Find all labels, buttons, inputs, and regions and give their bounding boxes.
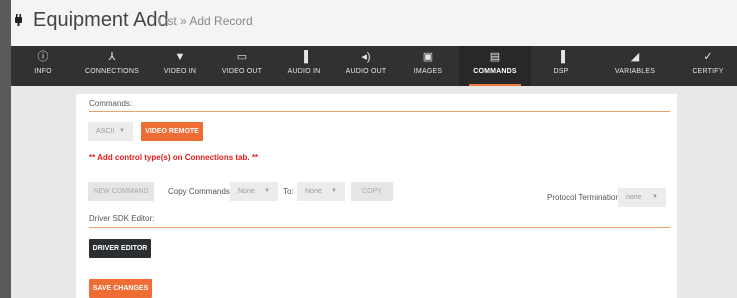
- driver-sdk-divider: [89, 227, 670, 228]
- copy-from-select[interactable]: None ▼: [230, 182, 278, 201]
- video-remote-button[interactable]: VIDEO REMOTE: [141, 122, 203, 141]
- tab-images[interactable]: ▣ IMAGES: [397, 46, 459, 86]
- command-type-value: ASCII: [96, 128, 115, 135]
- info-icon: ⓘ: [37, 51, 49, 63]
- tab-dsp[interactable]: ▐ DSP: [531, 46, 591, 86]
- tab-audio-in[interactable]: ▐ AUDIO IN: [273, 46, 335, 86]
- driver-editor-button[interactable]: DRIVER EDITOR: [89, 239, 151, 258]
- copy-to-select[interactable]: None ▼: [297, 182, 345, 201]
- commands-icon: ▤: [489, 51, 501, 63]
- certify-icon: ✓: [703, 51, 713, 63]
- copy-button[interactable]: COPY: [351, 182, 393, 201]
- tab-label: VARIABLES: [614, 68, 656, 75]
- video-in-icon: ▼: [174, 51, 186, 63]
- audio-in-icon: ▐: [300, 51, 308, 63]
- save-changes-button[interactable]: SAVE CHANGES: [89, 279, 152, 298]
- tab-video-in[interactable]: ▼ VIDEO IN: [149, 46, 211, 86]
- tab-label: AUDIO IN: [287, 68, 321, 75]
- tab-label: VIDEO IN: [163, 68, 197, 75]
- tab-info[interactable]: ⓘ INFO: [11, 46, 75, 86]
- plug-icon: [15, 14, 22, 26]
- warning-message: ** Add control type(s) on Connections ta…: [89, 153, 259, 162]
- new-command-button[interactable]: NEW COMMAND: [88, 182, 154, 201]
- tab-commands[interactable]: ▤ COMMANDS: [459, 46, 531, 86]
- breadcrumb[interactable]: List » Add Record: [158, 14, 253, 28]
- command-type-select[interactable]: ASCII ▼: [88, 122, 133, 141]
- video-out-icon: ▭: [236, 51, 248, 63]
- audio-out-icon: ◂): [361, 51, 371, 63]
- tab-label: IMAGES: [413, 68, 443, 75]
- chevron-down-icon: ▼: [331, 188, 337, 194]
- images-icon: ▣: [422, 51, 434, 63]
- protocol-termination-label: Protocol Termination:: [547, 193, 622, 202]
- tab-connections[interactable]: ⅄ CONNECTIONS: [75, 46, 149, 86]
- copy-to-value: None: [305, 188, 322, 195]
- tab-label: CERTIFY: [692, 68, 724, 75]
- tab-audio-out[interactable]: ◂) AUDIO OUT: [335, 46, 397, 86]
- commands-section-title: Commands:: [89, 99, 133, 108]
- page-title: Equipment Add: [33, 9, 169, 31]
- copy-commands-label: Copy Commands:: [168, 187, 233, 196]
- tab-certify[interactable]: ✓ CERTIFY: [679, 46, 737, 86]
- tab-video-out[interactable]: ▭ VIDEO OUT: [211, 46, 273, 86]
- to-label: To:: [283, 187, 294, 196]
- tab-label: DSP: [553, 68, 569, 75]
- tab-label: VIDEO OUT: [221, 68, 263, 75]
- tab-label: COMMANDS: [473, 68, 517, 75]
- chevron-down-icon: ▼: [264, 188, 270, 194]
- tab-variables[interactable]: ◢ VARIABLES: [591, 46, 679, 86]
- page-header: Equipment Add List » Add Record: [11, 0, 737, 47]
- tab-label: AUDIO OUT: [345, 68, 387, 75]
- chevron-down-icon: ▼: [652, 194, 658, 200]
- copy-from-value: None: [238, 188, 255, 195]
- protocol-termination-select[interactable]: none ▼: [618, 188, 666, 207]
- tab-label: CONNECTIONS: [85, 68, 139, 75]
- commands-panel: Commands: ASCII ▼ VIDEO REMOTE ** Add co…: [76, 94, 677, 298]
- tab-bar: ⓘ INFO ⅄ CONNECTIONS ▼ VIDEO IN ▭ VIDEO …: [11, 46, 737, 86]
- variables-icon: ◢: [630, 51, 640, 63]
- connections-icon: ⅄: [108, 51, 116, 63]
- commands-divider: [89, 111, 670, 112]
- window-frame-left: [0, 0, 11, 298]
- protocol-termination-value: none: [626, 194, 642, 201]
- chevron-down-icon: ▼: [119, 128, 125, 134]
- driver-sdk-section-title: Driver SDK Editor:: [89, 214, 155, 223]
- dsp-icon: ▐: [557, 51, 565, 63]
- tab-label: INFO: [34, 68, 52, 75]
